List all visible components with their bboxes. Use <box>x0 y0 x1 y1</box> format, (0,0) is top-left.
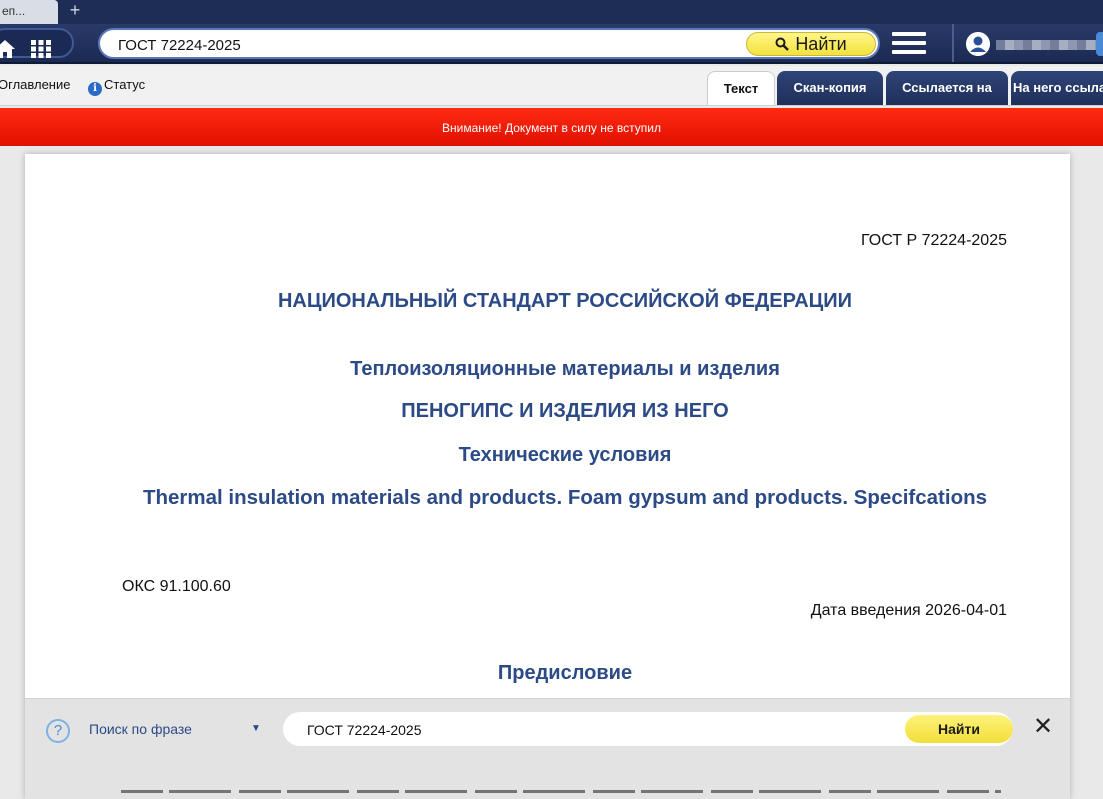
menu-icon[interactable] <box>892 32 926 56</box>
find-button[interactable]: Найти <box>746 32 876 56</box>
status-link[interactable]: i Статус <box>88 77 145 96</box>
tab-references[interactable]: Ссылается на <box>886 71 1008 105</box>
standard-title: НАЦИОНАЛЬНЫЙ СТАНДАРТ РОССИЙСКОЙ ФЕДЕРАЦ… <box>277 290 853 312</box>
help-icon[interactable]: ? <box>46 719 70 743</box>
foreword-heading: Предисловие <box>497 662 633 684</box>
home-icon[interactable] <box>0 38 16 60</box>
partially-hidden-text <box>121 787 1001 799</box>
english-title: Thermal insulation materials and product… <box>142 486 988 509</box>
new-tab-button[interactable]: + <box>66 0 84 22</box>
search-mode-select[interactable]: Поиск по фразе <box>89 721 192 737</box>
document-code: ГОСТ Р 72224-2025 <box>861 232 1007 249</box>
nav-pill <box>0 28 74 58</box>
document-subbar: Оглавление i Статус Текст Скан-копия Ссыл… <box>0 66 1103 106</box>
document-category: Теплоизоляционные материалы и изделия <box>350 358 780 380</box>
user-avatar-icon <box>966 32 990 56</box>
intro-date: Дата введения 2026-04-01 <box>810 602 1007 619</box>
tab-referenced-by[interactable]: На него ссылаются <box>1011 71 1103 105</box>
user-name-blurred <box>996 40 1096 50</box>
warning-banner: Внимание! Документ в силу не вступил <box>0 108 1103 146</box>
tab-text[interactable]: Текст <box>707 71 775 105</box>
info-icon: i <box>88 82 102 96</box>
close-icon[interactable]: ✕ <box>1030 714 1056 740</box>
phrase-search-panel: ? Поиск по фразе ▼ Найти ✕ <box>25 698 1070 799</box>
phrase-find-button[interactable]: Найти <box>905 715 1013 743</box>
phrase-search-box: Найти <box>283 712 1013 746</box>
browser-tab-strip: еп... + <box>0 0 1103 24</box>
oks-code: ОКС 91.100.60 <box>122 578 231 595</box>
toolbar-divider <box>952 24 954 62</box>
search-box: Найти <box>98 28 880 59</box>
chevron-down-icon[interactable]: ▼ <box>251 723 261 734</box>
apps-grid-icon[interactable] <box>30 39 52 59</box>
user-menu-edge <box>1096 32 1103 56</box>
toc-link[interactable]: Оглавление <box>0 77 70 92</box>
search-input[interactable] <box>118 34 738 56</box>
status-label: Статус <box>104 77 146 92</box>
browser-tab[interactable]: еп... <box>0 0 58 24</box>
user-menu[interactable] <box>966 32 1103 56</box>
find-button-label: Найти <box>795 34 847 54</box>
tab-scan-copy[interactable]: Скан-копия <box>777 71 883 105</box>
document-subtitle: Технические условия <box>458 444 672 466</box>
main-toolbar: Найти <box>0 24 1103 64</box>
document-name: ПЕНОГИПС И ИЗДЕЛИЯ ИЗ НЕГО <box>401 400 729 422</box>
search-icon <box>775 37 790 51</box>
phrase-search-input[interactable] <box>307 720 887 740</box>
